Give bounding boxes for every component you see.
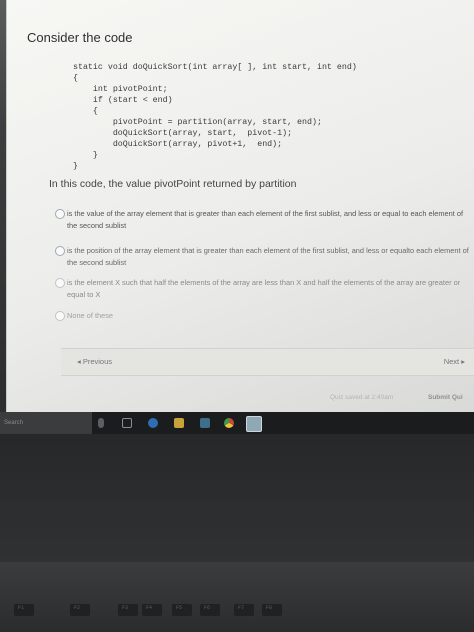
question-prompt: In this code, the value pivotPoint retur… [49, 178, 297, 190]
chrome-icon[interactable] [224, 418, 234, 428]
file-explorer-icon[interactable] [174, 418, 184, 428]
quiz-save-status: Quiz saved at 2:40am [330, 394, 394, 401]
code-line: pivotPoint = partition(array, start, end… [73, 118, 322, 127]
function-key-label: F3 [122, 605, 129, 611]
answer-option-label: is the position of the array element tha… [67, 246, 469, 267]
next-button[interactable]: Next ▸ [444, 357, 465, 366]
task-view-icon[interactable] [122, 418, 132, 428]
code-line: doQuickSort(array, start, pivot-1); [73, 129, 293, 138]
code-line: } [73, 162, 78, 171]
windows-taskbar: Search [0, 412, 474, 434]
quiz-page: Consider the code static void doQuickSor… [6, 0, 474, 412]
code-line: static void doQuickSort(int array[ ], in… [73, 63, 357, 72]
radio-button[interactable] [55, 209, 65, 219]
code-line: } [73, 151, 98, 160]
answer-option-label: None of these [67, 311, 114, 320]
function-key-label: F7 [238, 605, 245, 611]
answer-option-label: is the value of the array element that i… [67, 209, 464, 230]
mic-icon[interactable] [98, 418, 104, 428]
answer-option-label: is the element X such that half the elem… [67, 278, 461, 299]
code-line: doQuickSort(array, pivot+1, end); [73, 140, 283, 149]
answer-option-1[interactable]: is the value of the array element that i… [55, 208, 473, 231]
function-key-label: F8 [266, 605, 273, 611]
monitor-bezel [0, 434, 474, 562]
radio-button[interactable] [55, 311, 65, 321]
code-line: if (start < end) [73, 96, 173, 105]
code-line: int pivotPoint; [73, 85, 168, 94]
previous-button[interactable]: ◂ Previous [77, 357, 112, 366]
question-title: Consider the code [27, 30, 133, 45]
radio-button[interactable] [55, 246, 65, 256]
taskbar-search-box[interactable]: Search [0, 412, 92, 434]
function-key-label: F6 [204, 605, 211, 611]
submit-quiz-button[interactable]: Submit Qui [428, 394, 463, 401]
function-key-label: F4 [146, 605, 153, 611]
answer-option-4[interactable]: None of these [55, 310, 473, 322]
code-line: { [73, 107, 98, 116]
answer-option-2[interactable]: is the position of the array element tha… [55, 245, 473, 268]
app-icon[interactable] [246, 416, 262, 432]
question-navigation: ◂ Previous Next ▸ [61, 348, 474, 376]
function-key-label: F2 [74, 605, 81, 611]
laptop-deck [0, 562, 474, 632]
answer-option-3[interactable]: is the element X such that half the elem… [55, 277, 473, 300]
code-block: static void doQuickSort(int array[ ], in… [73, 62, 357, 172]
function-key-label: F1 [18, 605, 25, 611]
photo-frame: Consider the code static void doQuickSor… [0, 0, 474, 632]
radio-button[interactable] [55, 278, 65, 288]
store-icon[interactable] [200, 418, 210, 428]
code-line: { [73, 74, 78, 83]
edge-icon[interactable] [148, 418, 158, 428]
function-key-label: F5 [176, 605, 183, 611]
